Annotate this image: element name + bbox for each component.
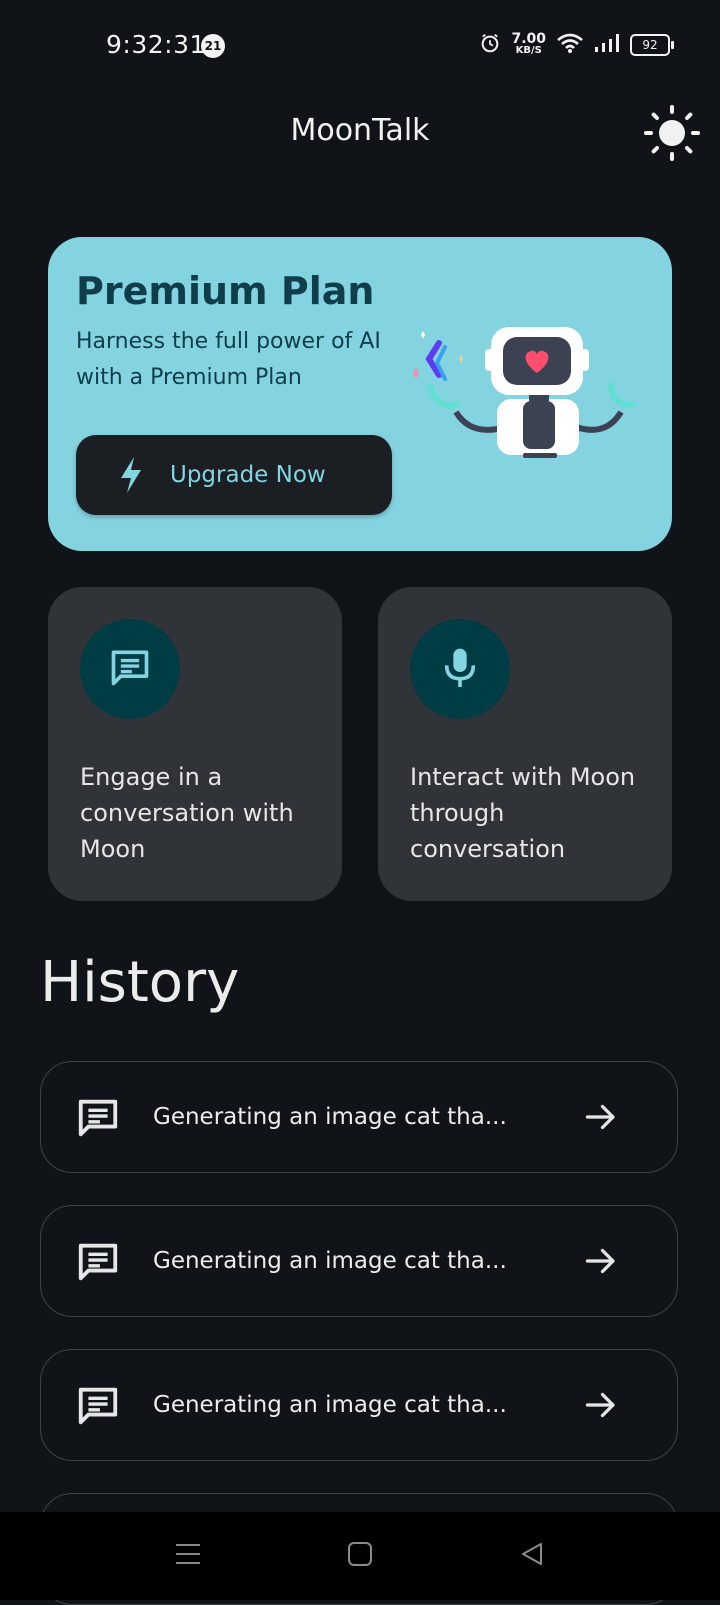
nav-back-button[interactable] [512,1536,552,1576]
network-speed: 7.00 KB/S [511,31,546,57]
history-item[interactable]: Generating an image cat tha... [40,1061,678,1173]
home-square-icon [347,1541,373,1571]
back-triangle-icon [519,1541,545,1571]
voice-feature-icon-circle [410,619,510,719]
status-indicators: 7.00 KB/S 92 [479,30,674,60]
voice-feature-card[interactable]: Interact with Moon through conversation [378,587,672,901]
bolt-icon [116,455,146,495]
upgrade-now-label: Upgrade Now [170,462,326,488]
chat-icon [75,1238,121,1284]
history-item-text: Generating an image cat tha... [153,1392,507,1418]
theme-toggle-button[interactable] [640,103,704,167]
battery-indicator: 92 [630,34,674,56]
premium-subtitle: Harness the full power of AI with a Prem… [76,329,381,390]
voice-feature-label: Interact with Moon through conversation [410,763,636,863]
notification-badge: 21 [201,34,225,58]
arrow-right-icon [583,1099,619,1135]
chat-icon [108,645,152,693]
nav-menu-button[interactable] [168,1536,208,1576]
net-speed-unit: KB/S [515,45,542,56]
chat-icon [75,1382,121,1428]
chat-icon [75,1094,121,1140]
history-item[interactable]: Generating an image cat tha... [40,1205,678,1317]
robot-illustration [401,317,641,467]
nav-home-button[interactable] [340,1536,380,1576]
chat-feature-icon-circle [80,619,180,719]
signal-icon [594,33,620,57]
menu-icon [174,1541,202,1571]
system-nav-bar [0,1512,720,1600]
chat-feature-card[interactable]: Engage in a conversation with Moon [48,587,342,901]
net-speed-value: 7.00 [511,31,546,47]
app-title: MoonTalk [290,113,430,148]
alarm-icon [479,32,501,58]
history-title: History [40,950,240,1015]
wifi-icon [556,32,584,58]
arrow-right-icon [583,1387,619,1423]
sun-icon [643,104,701,166]
history-item-text: Generating an image cat tha... [153,1248,507,1274]
premium-title: Premium Plan [76,269,375,313]
premium-plan-card: Premium Plan Harness the full power of A… [48,237,672,551]
history-item[interactable]: Generating an image cat tha... [40,1349,678,1461]
chat-feature-label: Engage in a conversation with Moon [80,763,294,863]
mic-icon [440,645,480,693]
arrow-right-icon [583,1243,619,1279]
history-item-text: Generating an image cat tha... [153,1104,507,1130]
status-time: 9:32:31 [106,30,206,59]
upgrade-now-button[interactable]: Upgrade Now [76,435,392,515]
status-bar: 9:32:31 21 7.00 KB/S 92 [0,0,720,92]
